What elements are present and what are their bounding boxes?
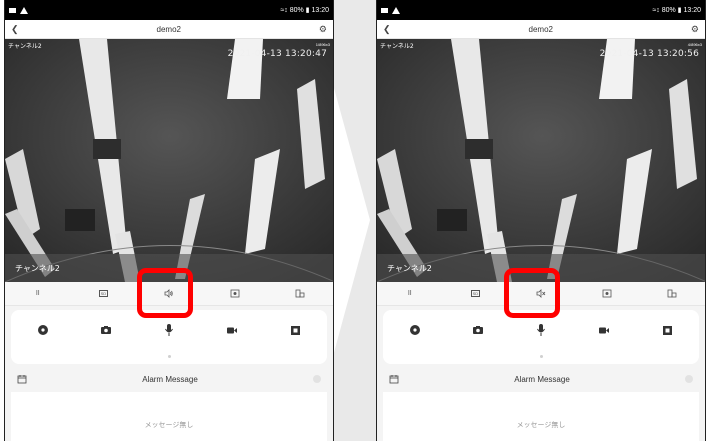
notification-icon bbox=[9, 7, 16, 13]
channel-name: チャンネル2 bbox=[380, 43, 414, 50]
expand-icon bbox=[290, 325, 300, 335]
quality-label: SD bbox=[470, 290, 481, 297]
no-message-text: メッセージ無し bbox=[144, 421, 194, 429]
microphone-icon bbox=[165, 324, 173, 336]
action-panel bbox=[11, 310, 327, 364]
nav-bar: ❮ demo2 ⚙ bbox=[377, 20, 705, 39]
phone-screen-speaker-on: ≈↕ 80% ▮ 13:20 ❮ demo2 ⚙ チャンネル2 1/896x3 … bbox=[4, 0, 334, 441]
action-panel bbox=[383, 310, 699, 364]
live-video-view[interactable]: チャンネル2 1/896x3 2021-04-13 13:20:47 チャンネル… bbox=[5, 39, 333, 282]
alarm-message-label: Alarm Message bbox=[514, 374, 570, 384]
ptz-joystick-icon bbox=[409, 325, 420, 335]
warning-icon bbox=[20, 6, 28, 14]
video-timestamp: 2021-04-13 13:20:47 bbox=[227, 49, 327, 59]
microphone-icon bbox=[537, 324, 545, 336]
status-bar: ≈↕ 80% ▮ 13:20 bbox=[5, 0, 333, 20]
talk-button[interactable] bbox=[157, 321, 181, 339]
status-icons-right: ≈↕ 80% ▮ 13:20 bbox=[652, 7, 701, 14]
settings-gear-icon[interactable]: ⚙ bbox=[319, 24, 327, 35]
calendar-icon[interactable] bbox=[17, 374, 27, 384]
speaker-highlight-box bbox=[504, 268, 560, 318]
snapshot-button[interactable] bbox=[466, 321, 490, 339]
screenshot-icon bbox=[230, 289, 239, 298]
fullscreen-button[interactable] bbox=[288, 286, 312, 302]
no-message-text: メッセージ無し bbox=[516, 421, 566, 429]
video-record-icon bbox=[227, 327, 238, 333]
live-video-view[interactable]: チャンネル2 4/896x3 2021-04-13 13:20:56 チャンネル… bbox=[377, 39, 705, 282]
pause-button[interactable]: II bbox=[26, 286, 50, 302]
ptz-button[interactable] bbox=[31, 321, 55, 339]
warning-icon bbox=[392, 6, 400, 14]
page-indicator-dot bbox=[168, 355, 171, 358]
rotate-screen-icon bbox=[667, 289, 677, 298]
quality-button[interactable]: SD bbox=[91, 286, 115, 302]
fullscreen-button[interactable] bbox=[660, 286, 684, 302]
notification-icon bbox=[381, 7, 388, 13]
ptz-button[interactable] bbox=[403, 321, 427, 339]
speaker-highlight-box bbox=[137, 268, 193, 318]
video-record-icon bbox=[599, 327, 610, 333]
settings-gear-icon[interactable]: ⚙ bbox=[691, 24, 699, 35]
record-button[interactable] bbox=[592, 321, 616, 339]
nav-bar: ❮ demo2 ⚙ bbox=[5, 20, 333, 39]
channel-name: チャンネル2 bbox=[8, 43, 42, 50]
pause-button[interactable]: II bbox=[398, 286, 422, 302]
alarm-toggle-icon[interactable] bbox=[312, 375, 321, 383]
ptz-joystick-icon bbox=[37, 325, 48, 335]
channel-resolution: 4/896x3 bbox=[687, 42, 702, 47]
alarm-message-list: メッセージ無し bbox=[383, 392, 699, 441]
expand-button[interactable] bbox=[283, 321, 307, 339]
alarm-header[interactable]: Alarm Message bbox=[11, 370, 327, 388]
back-arrow-icon[interactable]: ❮ bbox=[11, 24, 19, 35]
channel-resolution: 1/896x3 bbox=[315, 42, 330, 47]
alarm-message-list: メッセージ無し bbox=[11, 392, 327, 441]
alarm-header[interactable]: Alarm Message bbox=[383, 370, 699, 388]
calendar-icon[interactable] bbox=[389, 374, 399, 384]
video-frame-image bbox=[5, 39, 333, 282]
page-title: demo2 bbox=[156, 24, 181, 34]
rotate-screen-icon bbox=[295, 289, 305, 298]
screenshot-comparison: ≈↕ 80% ▮ 13:20 ❮ demo2 ⚙ チャンネル2 1/896x3 … bbox=[0, 0, 707, 441]
status-bar: ≈↕ 80% ▮ 13:20 bbox=[377, 0, 705, 20]
phone-screen-speaker-muted: ≈↕ 80% ▮ 13:20 ❮ demo2 ⚙ チャンネル2 4/896x3 … bbox=[376, 0, 706, 441]
video-overlay-text: チャンネル2 bbox=[15, 264, 60, 273]
alarm-toggle-icon[interactable] bbox=[684, 375, 693, 383]
snapshot-button[interactable] bbox=[94, 321, 118, 339]
back-arrow-icon[interactable]: ❮ bbox=[383, 24, 391, 35]
record-button[interactable] bbox=[220, 321, 244, 339]
camera-icon bbox=[100, 326, 111, 334]
video-frame-image bbox=[377, 39, 705, 282]
quality-button[interactable]: SD bbox=[463, 286, 487, 302]
alarm-message-label: Alarm Message bbox=[142, 374, 198, 384]
talk-button[interactable] bbox=[529, 321, 553, 339]
expand-icon bbox=[662, 325, 672, 335]
page-indicator-dot bbox=[540, 355, 543, 358]
status-icons-right: ≈↕ 80% ▮ 13:20 bbox=[280, 7, 329, 14]
screenshot-icon bbox=[602, 289, 611, 298]
screenshot-button[interactable] bbox=[595, 286, 619, 302]
video-timestamp: 2021-04-13 13:20:56 bbox=[599, 49, 699, 59]
status-icons-left bbox=[381, 6, 400, 14]
screenshot-button[interactable] bbox=[223, 286, 247, 302]
page-title: demo2 bbox=[528, 24, 553, 34]
camera-icon bbox=[472, 326, 483, 334]
quality-label: SD bbox=[98, 290, 109, 297]
video-overlay-text: チャンネル2 bbox=[387, 264, 432, 273]
expand-button[interactable] bbox=[655, 321, 679, 339]
status-icons-left bbox=[9, 6, 28, 14]
